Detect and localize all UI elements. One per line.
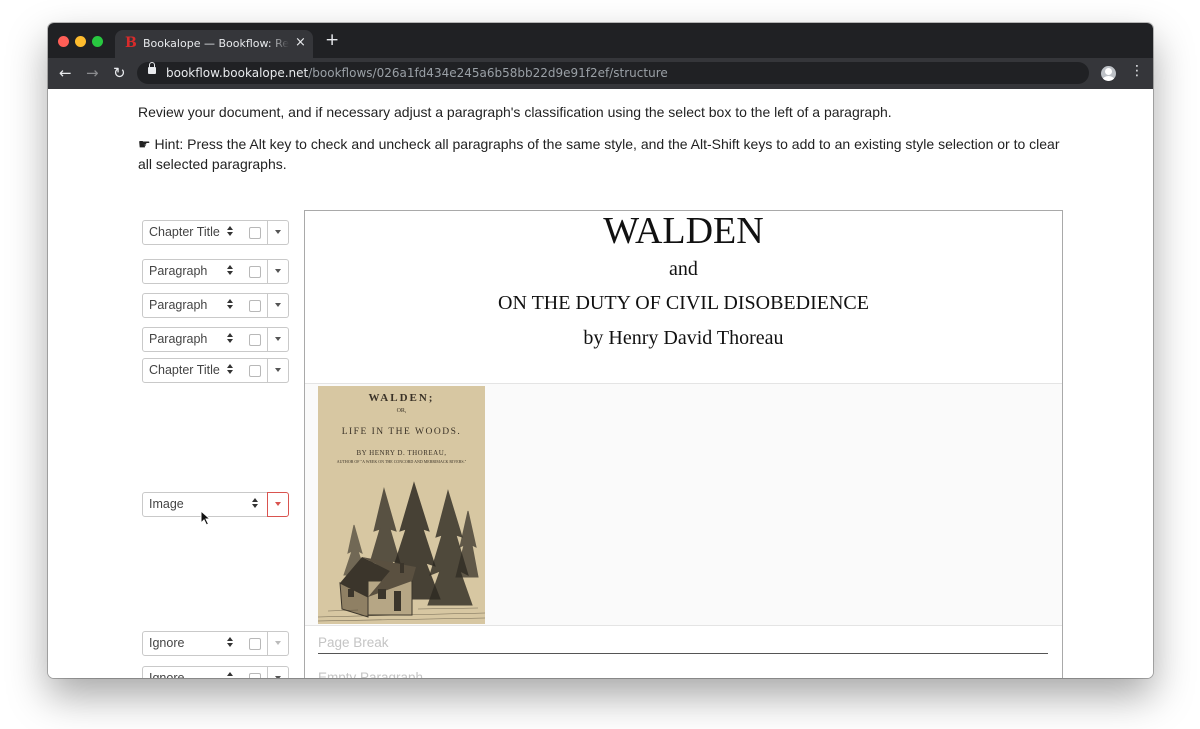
paragraph-menu-button[interactable] [268, 631, 289, 656]
style-select[interactable]: Paragraph [142, 259, 244, 284]
image-paragraph: WALDEN; OR, LIFE IN THE WOODS. BY HENRY … [305, 384, 1062, 626]
select-arrows-icon [252, 498, 258, 508]
hint-text: ☛ Hint: Press the Alt key to check and u… [138, 134, 1068, 174]
style-select-value: Chapter Title [149, 225, 220, 239]
cover-title: WALDEN; [368, 392, 435, 404]
paragraph-checkbox[interactable] [243, 631, 268, 656]
menu-dots-icon[interactable]: ⋮ [1130, 64, 1144, 78]
mouse-cursor-icon [200, 510, 212, 526]
paragraph-checkbox[interactable] [243, 259, 268, 284]
style-select-value: Ignore [149, 671, 185, 678]
paragraph-control-3: Paragraph [142, 293, 290, 318]
browser-tab-active[interactable]: B Bookalope — Bookflow: Review × [115, 30, 313, 58]
cover-author-note: AUTHOR OF "A WEEK ON THE CONCORD AND MER… [336, 459, 467, 464]
select-arrows-icon [227, 299, 233, 309]
browser-toolbar: ← → ↻ bookflow.bookalope.net/bookflows/0… [48, 58, 1153, 89]
minimize-window-button[interactable] [75, 36, 86, 47]
select-arrows-icon [227, 333, 233, 343]
lock-icon [148, 62, 156, 74]
select-arrows-icon [227, 226, 233, 236]
cover-or: OR, [396, 408, 407, 414]
paragraph-menu-button[interactable] [268, 358, 289, 383]
paragraph-control-6: Image [142, 492, 290, 517]
paragraph-control-7: Ignore [142, 631, 290, 656]
style-select[interactable]: Paragraph [142, 327, 244, 352]
chapter-title-section: WALDEN and ON THE DUTY OF CIVIL DISOBEDI… [305, 210, 1062, 384]
paragraph-menu-button[interactable] [268, 259, 289, 284]
tab-title: Bookalope — Bookflow: Review [143, 37, 289, 50]
url-text: bookflow.bookalope.net/bookflows/026a1fd… [166, 66, 668, 80]
paragraph-checkbox[interactable] [243, 358, 268, 383]
paragraph-control-2: Paragraph [142, 259, 290, 284]
select-arrows-icon [227, 265, 233, 275]
walden-cover-image: WALDEN; OR, LIFE IN THE WOODS. BY HENRY … [318, 386, 485, 624]
select-arrows-icon [227, 637, 233, 647]
paragraph-control-1: Chapter Title [142, 220, 290, 245]
reload-icon[interactable]: ↻ [113, 64, 126, 82]
paragraph-menu-button-active[interactable] [267, 492, 289, 517]
cabin-engraving-illustration [318, 481, 485, 622]
paragraph-control-8: Ignore [142, 666, 290, 678]
paragraph-checkbox[interactable] [243, 666, 268, 678]
url-host: bookflow.bookalope.net [166, 66, 309, 80]
hint-body: Hint: Press the Alt key to check and unc… [138, 136, 1060, 172]
empty-paragraph: Empty Paragraph [318, 670, 424, 678]
style-select-value: Paragraph [149, 298, 208, 312]
cover-author: BY HENRY D. THOREAU, [356, 449, 447, 457]
tab-bar: B Bookalope — Bookflow: Review × + [48, 23, 1153, 58]
style-select-value: Image [149, 497, 184, 511]
paragraph-menu-button[interactable] [268, 220, 289, 245]
style-select[interactable]: Ignore [142, 631, 244, 656]
paragraph-checkbox[interactable] [243, 220, 268, 245]
document-title: WALDEN [603, 210, 764, 252]
style-select-value: Paragraph [149, 332, 208, 346]
tab-close-icon[interactable]: × [295, 35, 306, 50]
instructions-text: Review your document, and if necessary a… [138, 104, 892, 120]
style-select[interactable]: Chapter Title [142, 358, 244, 383]
style-select-value: Ignore [149, 636, 185, 650]
browser-window: B Bookalope — Bookflow: Review × + ← → ↻… [48, 23, 1153, 678]
forward-arrow-icon[interactable]: → [86, 64, 99, 82]
cover-subtitle: LIFE IN THE WOODS. [341, 427, 462, 437]
close-window-button[interactable] [58, 36, 69, 47]
paragraph-control-5: Chapter Title [142, 358, 290, 383]
select-arrows-icon [227, 364, 233, 374]
document-and: and [669, 258, 698, 280]
profile-icon[interactable] [1101, 66, 1116, 81]
bookalope-favicon-icon: B [125, 35, 137, 51]
document-preview: WALDEN and ON THE DUTY OF CIVIL DISOBEDI… [304, 210, 1063, 678]
paragraph-menu-button[interactable] [268, 666, 289, 678]
paragraph-checkbox[interactable] [243, 293, 268, 318]
paragraph-menu-button[interactable] [268, 293, 289, 318]
style-select-value: Chapter Title [149, 363, 220, 377]
paragraph-checkbox[interactable] [243, 327, 268, 352]
url-path: /bookflows/026a1fd434e245a6b58bb22d9e91f… [308, 66, 668, 80]
paragraph-menu-button[interactable] [268, 327, 289, 352]
page-break-paragraph: Page Break [318, 635, 1048, 654]
pointing-hand-icon: ☛ [138, 136, 151, 152]
document-subtitle: ON THE DUTY OF CIVIL DISOBEDIENCE [498, 292, 869, 314]
style-select[interactable]: Paragraph [142, 293, 244, 318]
style-select[interactable]: Ignore [142, 666, 244, 678]
zoom-window-button[interactable] [92, 36, 103, 47]
paragraph-control-4: Paragraph [142, 327, 290, 352]
back-arrow-icon[interactable]: ← [59, 64, 72, 82]
select-arrows-icon [227, 672, 233, 676]
new-tab-button[interactable]: + [325, 32, 339, 49]
address-bar[interactable]: bookflow.bookalope.net/bookflows/026a1fd… [137, 62, 1089, 84]
document-author: by Henry David Thoreau [583, 327, 784, 349]
page-content: Review your document, and if necessary a… [48, 89, 1153, 678]
style-select-value: Paragraph [149, 264, 208, 278]
style-select[interactable]: Chapter Title [142, 220, 244, 245]
